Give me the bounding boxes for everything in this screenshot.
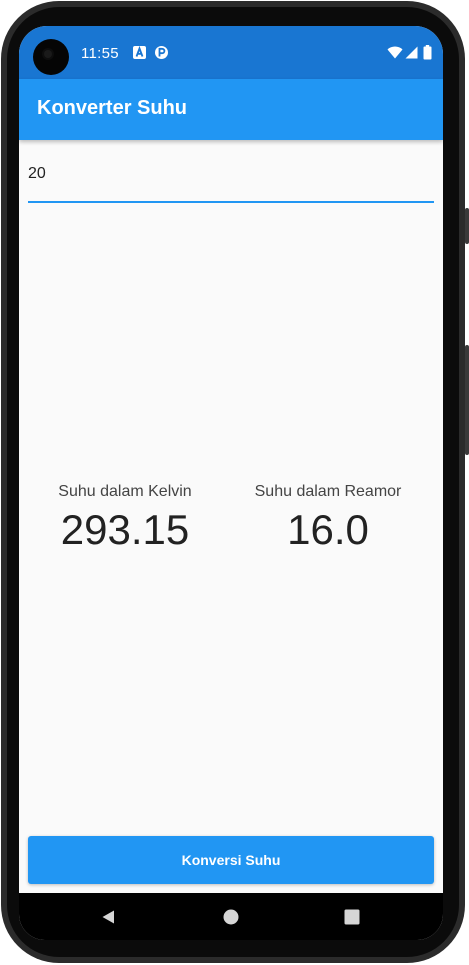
reamur-result: Suhu dalam Reamor 16.0 xyxy=(228,481,428,555)
volume-button xyxy=(465,345,469,455)
reamur-value: 16.0 xyxy=(287,506,369,553)
phone-device: 11:55 Konverter Suhu 20 Suhu dalam Kelvi… xyxy=(0,0,469,965)
temperature-input[interactable] xyxy=(28,161,428,187)
nav-recents-button[interactable] xyxy=(322,893,382,940)
p-circle-icon xyxy=(155,46,168,59)
power-button xyxy=(465,208,469,244)
signal-icon xyxy=(405,46,418,59)
front-camera xyxy=(33,39,69,75)
camera-lens xyxy=(44,50,52,58)
battery-icon xyxy=(423,45,432,60)
recents-icon xyxy=(344,909,360,924)
back-icon xyxy=(102,910,114,923)
convert-button[interactable]: Konversi Suhu xyxy=(28,836,434,884)
convert-button-label: Konversi Suhu xyxy=(181,852,281,868)
status-bar: 11:55 xyxy=(19,26,443,79)
a-box-icon xyxy=(133,45,146,59)
kelvin-label: Suhu dalam Kelvin xyxy=(58,483,192,500)
kelvin-result: Suhu dalam Kelvin 293.15 xyxy=(25,481,225,555)
navigation-bar xyxy=(19,893,443,940)
wifi-icon xyxy=(387,46,403,59)
kelvin-value: 293.15 xyxy=(60,506,190,553)
temperature-input-field[interactable] xyxy=(28,151,434,203)
app-title: Konverter Suhu xyxy=(37,97,188,119)
app-bar: Konverter Suhu xyxy=(19,79,443,140)
home-icon xyxy=(223,909,239,924)
nav-back-button[interactable] xyxy=(78,893,138,940)
status-time: 11:55 xyxy=(81,45,119,62)
reamur-label: Suhu dalam Reamor xyxy=(254,483,402,500)
nav-home-button[interactable] xyxy=(201,893,261,940)
app-screen: 11:55 Konverter Suhu 20 Suhu dalam Kelvi… xyxy=(19,26,443,940)
